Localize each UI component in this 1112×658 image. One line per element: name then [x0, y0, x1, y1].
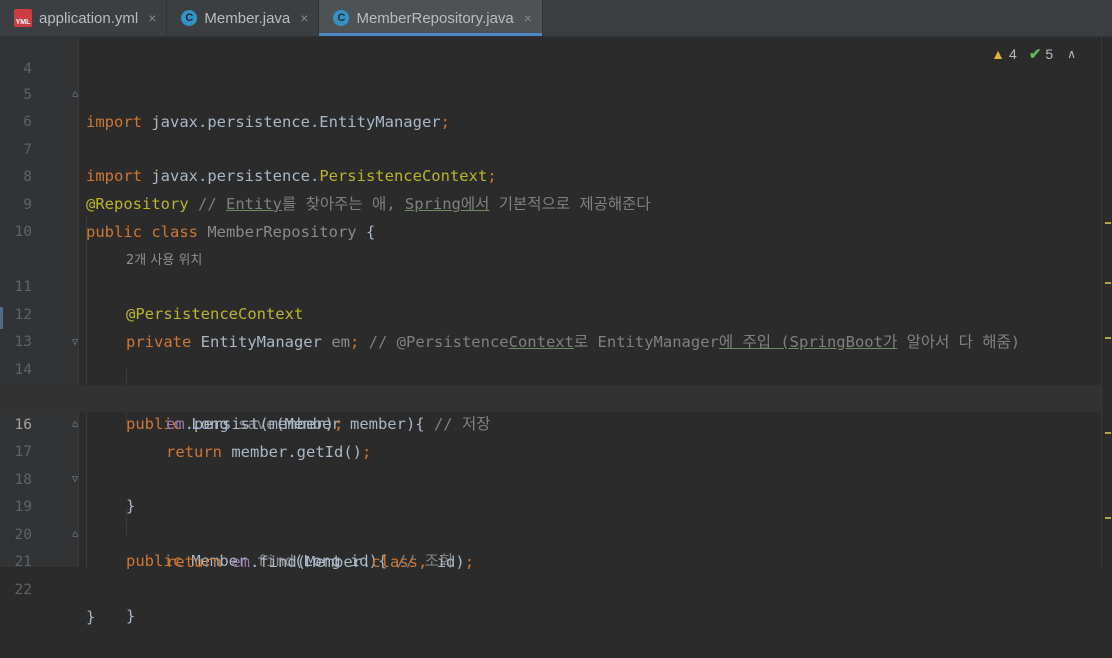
code-line[interactable]: 11 @PersistenceContext — [0, 247, 1112, 323]
code-line[interactable]: 20 return em.find(Member.class, id); — [0, 495, 1112, 571]
close-icon[interactable]: × — [148, 10, 156, 26]
fold-icon[interactable]: ▽ — [72, 337, 82, 349]
code-text: } — [86, 608, 96, 626]
fold-icon[interactable]: ⌂ — [72, 529, 82, 541]
close-icon[interactable]: × — [300, 10, 308, 26]
inspection-widget[interactable]: ▲ 4 ✔ 5 ∧ — [991, 45, 1076, 63]
code-editor[interactable]: 4 5 import javax.persistence.EntityManag… — [0, 37, 1112, 626]
code-line[interactable]: 12 private EntityManager em; // @Persist… — [0, 275, 1112, 351]
stripe-mark[interactable] — [1105, 337, 1111, 339]
code-line[interactable]: 10 — [0, 192, 1112, 240]
code-line[interactable]: 18 — [0, 440, 1112, 488]
chevron-up-icon[interactable]: ∧ — [1067, 47, 1076, 61]
stripe-mark[interactable] — [1105, 432, 1111, 434]
close-icon[interactable]: × — [524, 10, 532, 26]
code-line[interactable]: 7 — [0, 110, 1112, 158]
warning-triangle-icon[interactable]: ▲ — [991, 46, 1005, 62]
typos-count[interactable]: 5 — [1045, 46, 1053, 62]
check-icon[interactable]: ✔ — [1029, 45, 1042, 63]
warnings-count[interactable]: 4 — [1009, 46, 1017, 62]
line-number: 22 — [14, 582, 32, 598]
tab-label: Member.java — [204, 9, 291, 27]
java-class-icon: C — [333, 10, 350, 26]
usages-inlay-hint[interactable]: 2개 사용 위치 — [0, 220, 1112, 268]
code-line[interactable]: 13 — [0, 302, 1112, 350]
code-line[interactable]: 21 ⌂ } — [0, 522, 1112, 625]
code-line[interactable]: 22 } — [0, 550, 1112, 626]
code-line[interactable]: 17 ⌂ } — [0, 412, 1112, 515]
stripe-mark[interactable] — [1105, 222, 1111, 224]
code-line[interactable]: 9 public class MemberRepository { — [0, 165, 1112, 241]
code-line[interactable]: 5 import javax.persistence.EntityManager… — [0, 55, 1112, 131]
code-line[interactable]: 14 ▽ public Long save(Member member){ //… — [0, 330, 1112, 433]
fold-icon[interactable]: ▽ — [72, 474, 82, 486]
error-stripe-scrollbar[interactable] — [1101, 37, 1112, 567]
tab-label: application.yml — [39, 9, 139, 27]
fold-icon[interactable]: ⌂ — [72, 419, 82, 431]
code-line[interactable]: 19 ▽ public Member find(Long id){ // 조회 — [0, 467, 1112, 570]
fold-icon[interactable]: ⌂ — [72, 89, 82, 101]
yml-file-icon: YML — [14, 9, 32, 27]
stripe-mark[interactable] — [1105, 282, 1111, 284]
java-class-icon: C — [181, 10, 198, 26]
tab-label: MemberRepository.java — [356, 9, 514, 27]
code-text: } — [126, 607, 136, 625]
code-line[interactable]: 6 ⌂ import javax.persistence.Persistence… — [0, 82, 1112, 185]
code-line[interactable]: 4 — [0, 29, 1112, 77]
code-line[interactable]: 8 @Repository // Entity를 찾아주는 애, Spring에… — [0, 137, 1112, 213]
code-line[interactable]: 15 em.persist(member); — [0, 357, 1112, 433]
stripe-mark[interactable] — [1105, 517, 1111, 519]
code-line-current[interactable]: 16 return member.getId(); — [0, 385, 1112, 461]
